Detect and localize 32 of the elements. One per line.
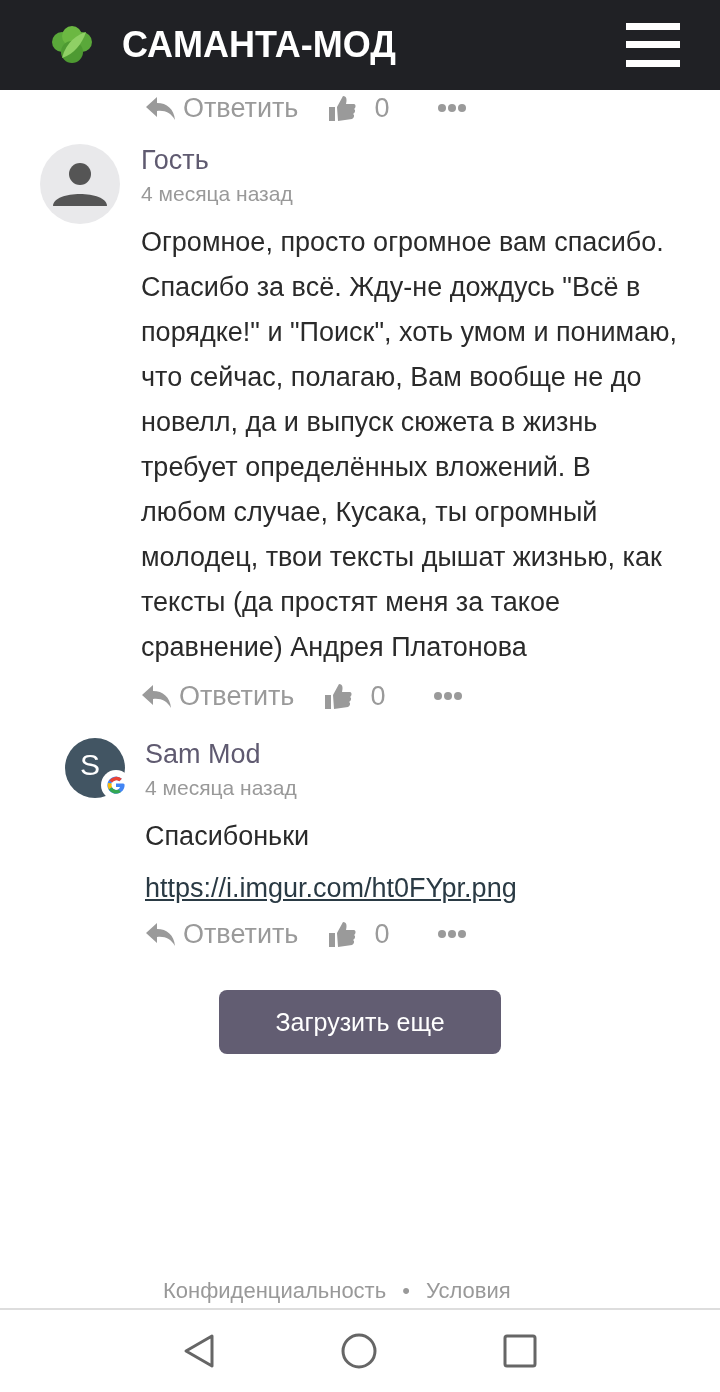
load-more-button[interactable]: Загрузить еще [219, 990, 501, 1054]
footer-link[interactable]: Конфиденциальность [163, 1278, 387, 1304]
recents-icon[interactable] [503, 1334, 537, 1368]
site-title[interactable]: САМАНТА-МОД [122, 24, 626, 66]
more-icon[interactable] [437, 103, 468, 113]
avatar-icon [40, 144, 120, 224]
like-count: 0 [370, 680, 386, 712]
like-count: 0 [374, 92, 390, 124]
reply-link[interactable]: Ответить [183, 918, 299, 950]
footer-link[interactable]: Условия [425, 1278, 511, 1304]
image-link[interactable]: https://i.imgur.com/ht0FYpr.png [145, 873, 517, 904]
reply-icon[interactable] [145, 95, 177, 121]
more-icon[interactable] [433, 691, 464, 701]
separator-dot: • [402, 1278, 410, 1304]
home-icon[interactable] [341, 1333, 377, 1369]
reply-icon[interactable] [141, 683, 173, 709]
author-name[interactable]: Гость [141, 144, 209, 176]
comment-time[interactable]: 4 месяца назад [141, 182, 293, 206]
reply-link[interactable]: Ответить [179, 680, 295, 712]
comment-text: Огромное, просто огромное вам спасибо. Спасибо за всё. Жду-не дождусь "Всё в порядке!" и "Поиск", хоть умом и понимаю, что сейчас, полагаю, Вам вообще не до новелл, да и выпуск сюжета в жизнь требует определённых вложений. В любом случае, Кусака, ты огромный молодец, твои тексты дышат жизнью, как тексты (да простят меня за такое сравнение) Андрея Платонова [141, 226, 678, 664]
more-icon[interactable] [437, 929, 468, 939]
author-name[interactable]: Sam Mod [145, 738, 261, 770]
thumbs-up-icon[interactable] [324, 682, 353, 710]
like-count: 0 [374, 918, 390, 950]
menu-icon[interactable] [626, 23, 680, 67]
thumbs-up-icon[interactable] [328, 94, 357, 122]
back-icon[interactable] [183, 1333, 215, 1369]
reply-icon[interactable] [145, 921, 177, 947]
reply-link[interactable]: Ответить [183, 92, 299, 124]
thumbs-up-icon[interactable] [328, 920, 357, 948]
comment-time[interactable]: 4 месяца назад [145, 776, 297, 800]
comment-text: Спасибоньки [145, 820, 310, 853]
